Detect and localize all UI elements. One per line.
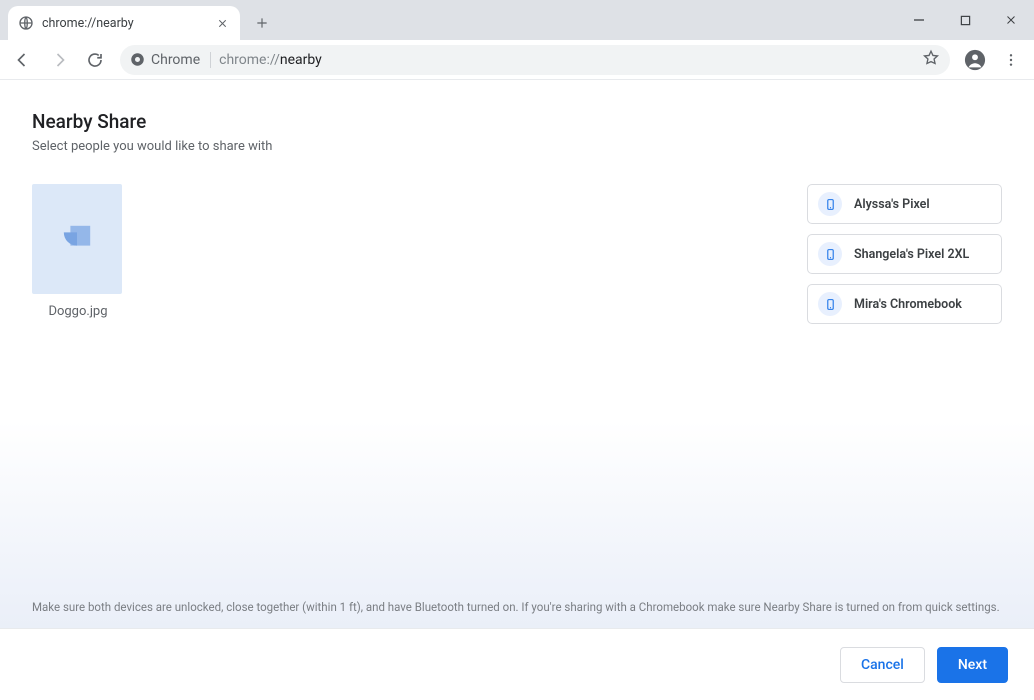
chrome-chip: Chrome <box>130 52 211 68</box>
dialog-footer: Cancel Next <box>0 628 1034 700</box>
file-thumbnail <box>32 184 122 294</box>
device-name-label: Shangela's Pixel 2XL <box>854 247 969 262</box>
page-subtitle: Select people you would like to share wi… <box>32 139 1002 154</box>
file-preview[interactable]: Doggo.jpg <box>32 184 124 319</box>
device-item[interactable]: Mira's Chromebook <box>807 284 1002 324</box>
device-item[interactable]: Shangela's Pixel 2XL <box>807 234 1002 274</box>
reload-button[interactable] <box>78 43 112 77</box>
device-list: Alyssa's Pixel Shangela's Pixel 2XL Mira… <box>807 184 1002 324</box>
back-button[interactable] <box>6 43 40 77</box>
device-item[interactable]: Alyssa's Pixel <box>807 184 1002 224</box>
bookmark-star-icon[interactable] <box>922 49 940 71</box>
url-scheme: chrome:// <box>219 52 280 68</box>
new-tab-button[interactable] <box>248 9 276 37</box>
helper-text: Make sure both devices are unlocked, clo… <box>32 600 1002 614</box>
cancel-button[interactable]: Cancel <box>840 647 925 683</box>
forward-button[interactable] <box>42 43 76 77</box>
close-window-button[interactable] <box>988 4 1034 36</box>
file-name-label: Doggo.jpg <box>32 304 124 319</box>
title-bar: chrome://nearby <box>0 0 1034 40</box>
toolbar: Chrome chrome://nearby <box>0 40 1034 80</box>
next-button[interactable]: Next <box>937 647 1008 683</box>
profile-avatar[interactable] <box>958 43 992 77</box>
phone-icon <box>818 292 842 316</box>
page-title: Nearby Share <box>32 110 1002 133</box>
window-controls <box>896 0 1034 40</box>
image-file-icon <box>55 217 99 261</box>
url-display: chrome://nearby <box>219 52 322 68</box>
device-name-label: Mira's Chromebook <box>854 297 962 312</box>
page-header: Nearby Share Select people you would lik… <box>0 80 1034 162</box>
address-bar[interactable]: Chrome chrome://nearby <box>120 45 950 75</box>
page-content: Nearby Share Select people you would lik… <box>0 80 1034 700</box>
close-tab-icon[interactable] <box>214 15 230 31</box>
tab-title: chrome://nearby <box>42 16 206 31</box>
browser-tab[interactable]: chrome://nearby <box>8 6 240 40</box>
minimize-button[interactable] <box>896 4 942 36</box>
globe-icon <box>18 15 34 31</box>
url-path: nearby <box>280 52 322 68</box>
kebab-menu-icon[interactable] <box>994 43 1028 77</box>
chrome-icon <box>130 52 145 67</box>
phone-icon <box>818 192 842 216</box>
device-name-label: Alyssa's Pixel <box>854 197 930 212</box>
chrome-chip-label: Chrome <box>151 52 200 68</box>
share-content-row: Doggo.jpg Alyssa's Pixel Shangela's Pixe… <box>0 162 1034 324</box>
phone-icon <box>818 242 842 266</box>
maximize-button[interactable] <box>942 4 988 36</box>
